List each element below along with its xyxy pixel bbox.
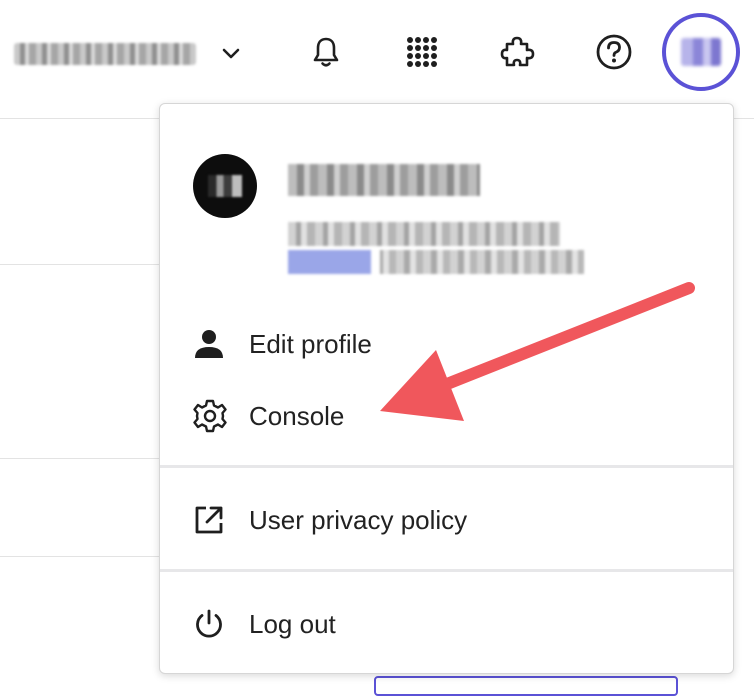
apps-grid-icon: [405, 35, 439, 74]
user-details-redacted: [288, 250, 584, 274]
user-email-redacted: [288, 222, 560, 246]
power-icon: [193, 607, 231, 641]
avatar: [681, 38, 721, 66]
notifications-button[interactable]: [304, 32, 348, 76]
menu-separator: [160, 465, 733, 468]
bell-icon: [311, 35, 341, 74]
menu-item-log-out[interactable]: Log out: [193, 604, 336, 644]
menu-item-console[interactable]: Console: [193, 396, 344, 436]
workspace-switcher[interactable]: [14, 36, 196, 72]
gear-icon: [193, 399, 231, 433]
top-bar: [0, 0, 754, 112]
help-button[interactable]: [592, 32, 636, 76]
user-name-redacted: [288, 164, 480, 196]
person-icon: [193, 327, 231, 361]
help-icon: [595, 33, 633, 76]
puzzle-icon: [499, 33, 537, 76]
account-avatar-button[interactable]: [662, 13, 740, 91]
extensions-button[interactable]: [496, 32, 540, 76]
chevron-down-icon[interactable]: [220, 40, 242, 68]
menu-item-edit-profile[interactable]: Edit profile: [193, 324, 372, 364]
apps-button[interactable]: [400, 32, 444, 76]
external-link-icon: [193, 503, 231, 537]
menu-separator: [160, 569, 733, 572]
menu-item-label: Log out: [249, 608, 336, 639]
menu-item-privacy-policy[interactable]: User privacy policy: [193, 500, 467, 540]
menu-item-label: Console: [249, 400, 345, 431]
row-divider: [0, 458, 160, 459]
row-divider: [0, 264, 160, 265]
account-dropdown-menu: Edit profile Console User privacy policy: [159, 103, 734, 674]
menu-item-label: Edit profile: [249, 328, 372, 359]
page-button[interactable]: [374, 676, 678, 696]
menu-item-label: User privacy policy: [249, 504, 468, 535]
row-divider: [0, 556, 160, 557]
profile-avatar: [193, 154, 257, 218]
workspace-name: [14, 43, 196, 65]
